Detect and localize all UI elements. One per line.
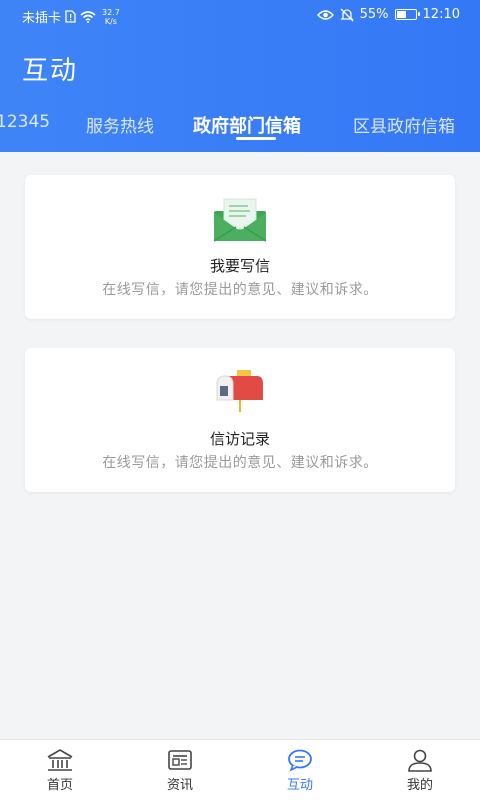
page-title: 互动 [22, 56, 79, 86]
clock: 12:10 [422, 7, 460, 22]
mute-bell-icon [340, 8, 354, 21]
active-tab-indicator [236, 137, 276, 140]
news-icon [168, 750, 192, 770]
mailbox-icon [216, 370, 263, 412]
chat-icon [288, 749, 312, 772]
nav-label: 首页 [46, 778, 73, 793]
nav-interact[interactable]: 互动 [240, 740, 360, 800]
tab-government-mailbox[interactable]: 政府部门信箱 [193, 112, 301, 138]
sim-alert-icon [65, 10, 76, 23]
card-title: 我要写信 [209, 257, 270, 275]
nav-news[interactable]: 资讯 [120, 740, 240, 800]
nav-mine[interactable]: 我的 [360, 740, 480, 800]
tab-district-mailbox[interactable]: 区县政府信箱 [353, 112, 455, 137]
user-icon [408, 749, 432, 772]
nav-label: 资讯 [166, 778, 193, 793]
write-letter-card[interactable]: 我要写信 在线写信，请您提出的意见、建议和诉求。 [25, 175, 455, 319]
home-icon [47, 749, 73, 771]
wifi-icon [80, 10, 96, 23]
tab-12345[interactable]: 12345 [0, 112, 50, 132]
status-bar: 未插卡 32.7 K/s 55% 12:10 [0, 0, 480, 32]
petition-records-card[interactable]: 信访记录 在线写信，请您提出的意见、建议和诉求。 [25, 348, 455, 492]
mail-envelope-icon [213, 198, 267, 242]
tab-service-hotline[interactable]: 服务热线 [86, 112, 154, 137]
battery-percent: 55% [359, 7, 389, 22]
app-header: 未插卡 32.7 K/s 55% 12:10 互动 12345 服务热线 政府部… [0, 0, 480, 152]
card-subtitle: 在线写信，请您提出的意见、建议和诉求。 [102, 282, 378, 298]
nav-home[interactable]: 首页 [0, 740, 120, 800]
eye-icon [316, 9, 334, 20]
card-subtitle: 在线写信，请您提出的意见、建议和诉求。 [102, 455, 378, 471]
tab-bar: 12345 服务热线 政府部门信箱 区县政府信箱 [0, 100, 480, 152]
card-title: 信访记录 [209, 430, 270, 448]
nav-label: 我的 [406, 778, 433, 793]
nav-label: 互动 [286, 778, 313, 793]
battery-icon [394, 9, 420, 20]
bottom-navigation: 首页 资讯 互动 我的 [0, 739, 480, 800]
network-speed: 32.7 K/s [102, 7, 120, 26]
carrier-text: 未插卡 [22, 11, 62, 26]
